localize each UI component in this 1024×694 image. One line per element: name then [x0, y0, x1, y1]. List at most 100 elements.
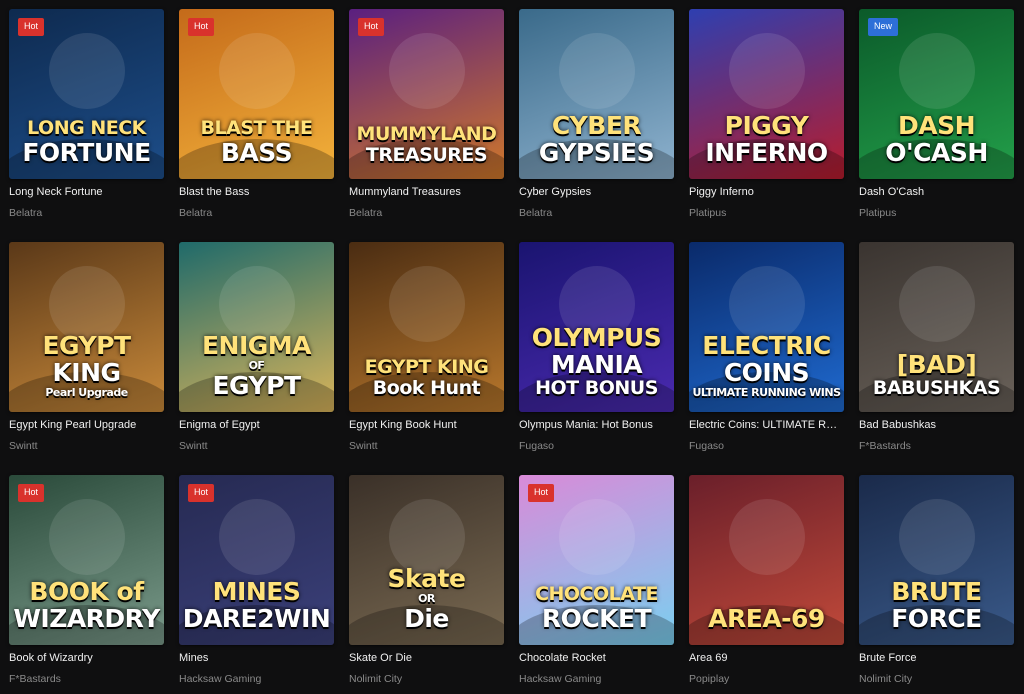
game-card[interactable]: CHOCOLATE ROCKET Hot Chocolate Rocket Hacksa…	[519, 475, 674, 685]
game-provider: Swintt	[349, 440, 378, 452]
game-logo-line: MUMMYLAND	[356, 123, 497, 145]
game-title[interactable]: Area 69	[689, 652, 844, 666]
game-title[interactable]: Chocolate Rocket	[519, 652, 674, 666]
game-thumbnail[interactable]: LONG NECK FORTUNE Hot	[9, 9, 164, 179]
game-logo-line: Skate	[387, 564, 466, 593]
game-logo-text: MINES DARE2WIN	[179, 577, 334, 631]
game-logo-line: AREA-69	[708, 604, 825, 633]
game-thumbnail[interactable]: MINES DARE2WIN Hot	[179, 475, 334, 645]
game-logo-line: [BAD]	[896, 350, 977, 379]
game-card[interactable]: AREA-69 Area 69 Popiplay	[689, 475, 844, 685]
game-thumbnail[interactable]: CHOCOLATE ROCKET Hot	[519, 475, 674, 645]
game-thumbnail[interactable]: BLAST THE BASS Hot	[179, 9, 334, 179]
game-thumbnail[interactable]: BRUTE FORCE	[859, 475, 1014, 645]
game-logo-line: INFERNO	[705, 138, 828, 167]
game-logo-line: FORCE	[891, 604, 982, 633]
hot-badge: Hot	[528, 484, 555, 502]
game-logo-text: EGYPT KING Pearl Upgrade	[9, 331, 164, 398]
game-logo-text: ENIGMA OF EGYPT	[179, 331, 334, 398]
game-card[interactable]: EGYPT KING Book Hunt Egypt King Book Hunt S…	[349, 242, 504, 452]
game-thumbnail[interactable]: MUMMYLAND TREASURES Hot	[349, 9, 504, 179]
game-card[interactable]: BOOK of WIZARDRY Hot Book of Wizardry F*Bast…	[9, 475, 164, 685]
game-title[interactable]: Dash O'Cash	[859, 186, 1014, 200]
game-card[interactable]: DASH O'CASH New Dash O'Cash Platipus	[859, 9, 1014, 219]
game-title[interactable]: Egypt King Pearl Upgrade	[9, 419, 164, 433]
game-card[interactable]: OLYMPUS MANIA HOT BONUS Olympus Mania: Hot …	[519, 242, 674, 452]
game-provider: Nolimit City	[859, 673, 913, 685]
game-logo-line: BLAST THE	[200, 117, 313, 139]
game-logo-line: Pearl Upgrade	[45, 386, 128, 399]
game-card[interactable]: Skate OR Die Skate Or Die Nolimit City	[349, 475, 504, 685]
game-title[interactable]: Blast the Bass	[179, 186, 334, 200]
game-title[interactable]: Olympus Mania: Hot Bonus	[519, 419, 674, 433]
game-logo-line: DASH	[897, 111, 976, 140]
game-card[interactable]: ENIGMA OF EGYPT Enigma of Egypt Swintt	[179, 242, 334, 452]
game-thumbnail[interactable]: BOOK of WIZARDRY Hot	[9, 475, 164, 645]
game-card[interactable]: ELECTRIC COINS ULTIMATE RUNNING WINS Electr…	[689, 242, 844, 452]
game-card[interactable]: [BAD] BABUSHKAS Bad Babushkas F*Bastards	[859, 242, 1014, 452]
game-logo-line: EGYPT	[42, 331, 131, 360]
game-logo-line: OR	[418, 592, 435, 605]
game-thumbnail[interactable]: Skate OR Die	[349, 475, 504, 645]
game-provider: Platipus	[859, 207, 897, 219]
game-logo-line: DARE2WIN	[182, 604, 331, 633]
game-card[interactable]: MINES DARE2WIN Hot Mines Hacksaw Gaming	[179, 475, 334, 685]
game-card[interactable]: MUMMYLAND TREASURES Hot Mummyland Treasures…	[349, 9, 504, 219]
game-logo-text: MUMMYLAND TREASURES	[349, 123, 504, 165]
game-logo-text: PIGGY INFERNO	[689, 111, 844, 165]
game-card[interactable]: EGYPT KING Pearl Upgrade Egypt King Pearl U…	[9, 242, 164, 452]
game-thumbnail[interactable]: CYBER GYPSIES	[519, 9, 674, 179]
game-title[interactable]: Cyber Gypsies	[519, 186, 674, 200]
game-logo-text: DASH O'CASH	[859, 111, 1014, 165]
game-card[interactable]: LONG NECK FORTUNE Hot Long Neck Fortune Bela…	[9, 9, 164, 219]
game-card[interactable]: PIGGY INFERNO Piggy Inferno Platipus	[689, 9, 844, 219]
game-title[interactable]: Brute Force	[859, 652, 1014, 666]
game-title[interactable]: Mummyland Treasures	[349, 186, 504, 200]
game-thumbnail[interactable]: EGYPT KING Pearl Upgrade	[9, 242, 164, 412]
game-provider: Swintt	[9, 440, 38, 452]
game-title[interactable]: Electric Coins: ULTIMATE RUNNING WINS	[689, 419, 844, 433]
game-logo-text: EGYPT KING Book Hunt	[349, 356, 504, 398]
hot-badge: Hot	[358, 18, 385, 36]
game-card[interactable]: BLAST THE BASS Hot Blast the Bass Belatra	[179, 9, 334, 219]
game-card[interactable]: CYBER GYPSIES Cyber Gypsies Belatra	[519, 9, 674, 219]
game-title[interactable]: Egypt King Book Hunt	[349, 419, 504, 433]
game-thumbnail[interactable]: OLYMPUS MANIA HOT BONUS	[519, 242, 674, 412]
game-logo-line: GYPSIES	[538, 138, 655, 167]
game-logo-line: COINS	[723, 358, 810, 387]
game-provider: Hacksaw Gaming	[179, 673, 262, 685]
game-logo-line: BOOK of	[29, 577, 144, 606]
game-logo-text: Skate OR Die	[349, 564, 504, 631]
game-thumbnail[interactable]: AREA-69	[689, 475, 844, 645]
game-title[interactable]: Skate Or Die	[349, 652, 504, 666]
game-logo-text: CYBER GYPSIES	[519, 111, 674, 165]
game-provider: Fugaso	[689, 440, 725, 452]
game-title[interactable]: Piggy Inferno	[689, 186, 844, 200]
game-thumbnail[interactable]: ELECTRIC COINS ULTIMATE RUNNING WINS	[689, 242, 844, 412]
game-logo-line: ELECTRIC	[702, 331, 831, 360]
game-title[interactable]: Long Neck Fortune	[9, 186, 164, 200]
game-provider: Belatra	[349, 207, 383, 219]
game-title[interactable]: Mines	[179, 652, 334, 666]
game-thumbnail[interactable]: ENIGMA OF EGYPT	[179, 242, 334, 412]
game-provider: Swintt	[179, 440, 208, 452]
game-title[interactable]: Enigma of Egypt	[179, 419, 334, 433]
game-card[interactable]: BRUTE FORCE Brute Force Nolimit City	[859, 475, 1014, 685]
game-thumbnail[interactable]: EGYPT KING Book Hunt	[349, 242, 504, 412]
game-provider: Popiplay	[689, 673, 730, 685]
game-provider: Hacksaw Gaming	[519, 673, 602, 685]
hot-badge: Hot	[188, 484, 215, 502]
game-thumbnail[interactable]: DASH O'CASH New	[859, 9, 1014, 179]
game-logo-line: LONG NECK	[27, 117, 146, 139]
game-logo-line: Book Hunt	[372, 377, 481, 399]
game-title[interactable]: Bad Babushkas	[859, 419, 1014, 433]
game-thumbnail[interactable]: PIGGY INFERNO	[689, 9, 844, 179]
game-logo-text: LONG NECK FORTUNE	[9, 117, 164, 166]
game-title[interactable]: Book of Wizardry	[9, 652, 164, 666]
game-logo-text: [BAD] BABUSHKAS	[859, 350, 1014, 398]
game-logo-text: OLYMPUS MANIA HOT BONUS	[519, 323, 674, 398]
game-thumbnail[interactable]: [BAD] BABUSHKAS	[859, 242, 1014, 412]
game-logo-line: KING	[52, 358, 121, 387]
hot-badge: Hot	[18, 18, 45, 36]
game-logo-line: PIGGY	[724, 111, 809, 140]
